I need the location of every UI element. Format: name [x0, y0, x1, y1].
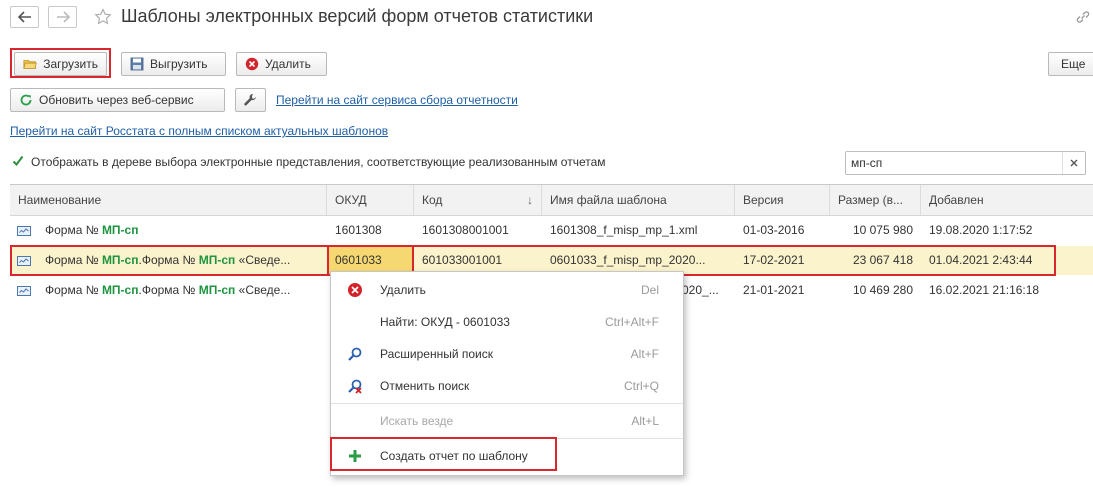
unload-button[interactable]: Выгрузить: [121, 52, 226, 76]
cell-added: 01.04.2021 2:43:44: [929, 253, 1033, 267]
arrow-right-icon: [56, 11, 70, 23]
settings-button[interactable]: [235, 88, 266, 112]
delete-icon: [245, 57, 259, 71]
menu-item-find-okud[interactable]: Найти: ОКУД - 0601033 Ctrl+Alt+F: [331, 307, 683, 337]
rosstat-link[interactable]: Перейти на сайт Росстата с полным списко…: [10, 124, 388, 138]
cell-added: 19.08.2020 1:17:52: [929, 223, 1033, 237]
cell-code: 1601308001001: [422, 223, 509, 237]
cell-okud: 1601308: [335, 223, 382, 237]
context-menu: Удалить Del Найти: ОКУД - 0601033 Ctrl+A…: [330, 271, 684, 476]
cancel-search-icon: [348, 379, 362, 394]
form-icon: [17, 226, 31, 236]
search-field[interactable]: [845, 151, 1086, 175]
close-icon: [1070, 159, 1078, 167]
wrench-icon: [244, 93, 256, 106]
form-icon: [17, 286, 31, 296]
column-header-name[interactable]: Наименование: [10, 185, 327, 215]
menu-item-cancel-search[interactable]: Отменить поиск Ctrl+Q: [331, 371, 683, 401]
menu-item-shortcut: Ctrl+Q: [623, 379, 659, 393]
menu-item-label: Искать везде: [380, 414, 454, 428]
more-button[interactable]: Еще: [1048, 52, 1093, 76]
search-input[interactable]: [851, 155, 1056, 171]
service-link[interactable]: Перейти на сайт сервиса сбора отчетности: [276, 93, 518, 107]
cell-version: 01-03-2016: [743, 223, 805, 237]
cell-size: 10 469 280: [852, 283, 913, 297]
form-icon: [17, 256, 31, 266]
cell-name: Форма № МП-сп.Форма № МП-сп «Сведе...: [45, 283, 291, 297]
cell-version: 17-02-2021: [743, 253, 805, 267]
menu-item-shortcut: Del: [640, 283, 659, 297]
page-title: Шаблоны электронных версий форм отчетов …: [121, 6, 594, 26]
link-icon[interactable]: [1075, 9, 1091, 25]
cell-size: 10 075 980: [852, 223, 913, 237]
menu-item-shortcut: Ctrl+Alt+F: [604, 315, 659, 329]
menu-item-create-report[interactable]: Создать отчет по шаблону: [331, 441, 683, 471]
delete-button-label: Удалить: [265, 57, 311, 71]
refresh-icon: [20, 94, 32, 106]
menu-item-label: Создать отчет по шаблону: [380, 449, 528, 463]
column-header-size[interactable]: Размер (в...: [830, 185, 921, 215]
cell-version: 21-01-2021: [743, 283, 805, 297]
cell-name: Форма № МП-сп.Форма № МП-сп «Сведе...: [45, 253, 291, 267]
arrow-left-icon: [17, 11, 31, 23]
cell-size: 23 067 418: [852, 253, 913, 267]
table-row[interactable]: Форма № МП-сп 1601308 1601308001001 1601…: [10, 216, 1093, 245]
column-header-okud[interactable]: ОКУД: [327, 185, 414, 215]
menu-item-label: Расширенный поиск: [380, 347, 493, 361]
folder-open-icon: [23, 60, 37, 69]
more-button-label: Еще: [1061, 57, 1086, 71]
cell-name: Форма № МП-сп: [45, 223, 139, 237]
menu-item-label: Отменить поиск: [380, 379, 470, 393]
unload-button-label: Выгрузить: [150, 57, 208, 71]
sort-desc-icon: ↓: [527, 193, 533, 207]
back-button[interactable]: [10, 6, 39, 28]
refresh-button[interactable]: Обновить через веб-сервис: [10, 88, 225, 112]
menu-item-delete[interactable]: Удалить Del: [331, 275, 683, 305]
cell-added: 16.02.2021 21:16:18: [929, 283, 1040, 297]
refresh-button-label: Обновить через веб-сервис: [39, 93, 194, 107]
column-header-code[interactable]: Код ↓: [414, 185, 542, 215]
plus-icon: [349, 450, 361, 462]
table-header: Наименование ОКУД Код ↓ Имя файла шаблон…: [10, 185, 1093, 216]
menu-item-search-everywhere: Искать везде Alt+L: [331, 406, 683, 436]
show-representations-checkbox[interactable]: [11, 154, 25, 168]
load-button[interactable]: Загрузить: [14, 52, 107, 76]
column-header-version[interactable]: Версия: [735, 185, 830, 215]
clear-search-button[interactable]: [1062, 152, 1085, 174]
menu-item-label: Найти: ОКУД - 0601033: [380, 315, 510, 329]
menu-separator: [331, 438, 683, 439]
save-icon: [130, 57, 144, 71]
column-header-added[interactable]: Добавлен: [921, 185, 1093, 215]
cell-file: 1601308_f_misp_mp_1.xml: [550, 223, 698, 237]
forward-button[interactable]: [48, 6, 77, 28]
delete-icon: [348, 283, 362, 297]
menu-separator: [331, 403, 683, 404]
load-button-label: Загрузить: [43, 57, 98, 71]
column-header-code-label: Код: [422, 193, 443, 207]
menu-item-shortcut: Alt+F: [630, 347, 659, 361]
delete-button[interactable]: Удалить: [236, 52, 327, 76]
star-icon[interactable]: [94, 8, 112, 26]
show-representations-label: Отображать в дереве выбора электронные п…: [31, 155, 606, 169]
menu-item-label: Удалить: [380, 283, 426, 297]
search-icon: [348, 347, 362, 361]
menu-item-advanced-search[interactable]: Расширенный поиск Alt+F: [331, 339, 683, 369]
menu-item-shortcut: Alt+L: [631, 414, 659, 428]
column-header-file[interactable]: Имя файла шаблона: [542, 185, 735, 215]
